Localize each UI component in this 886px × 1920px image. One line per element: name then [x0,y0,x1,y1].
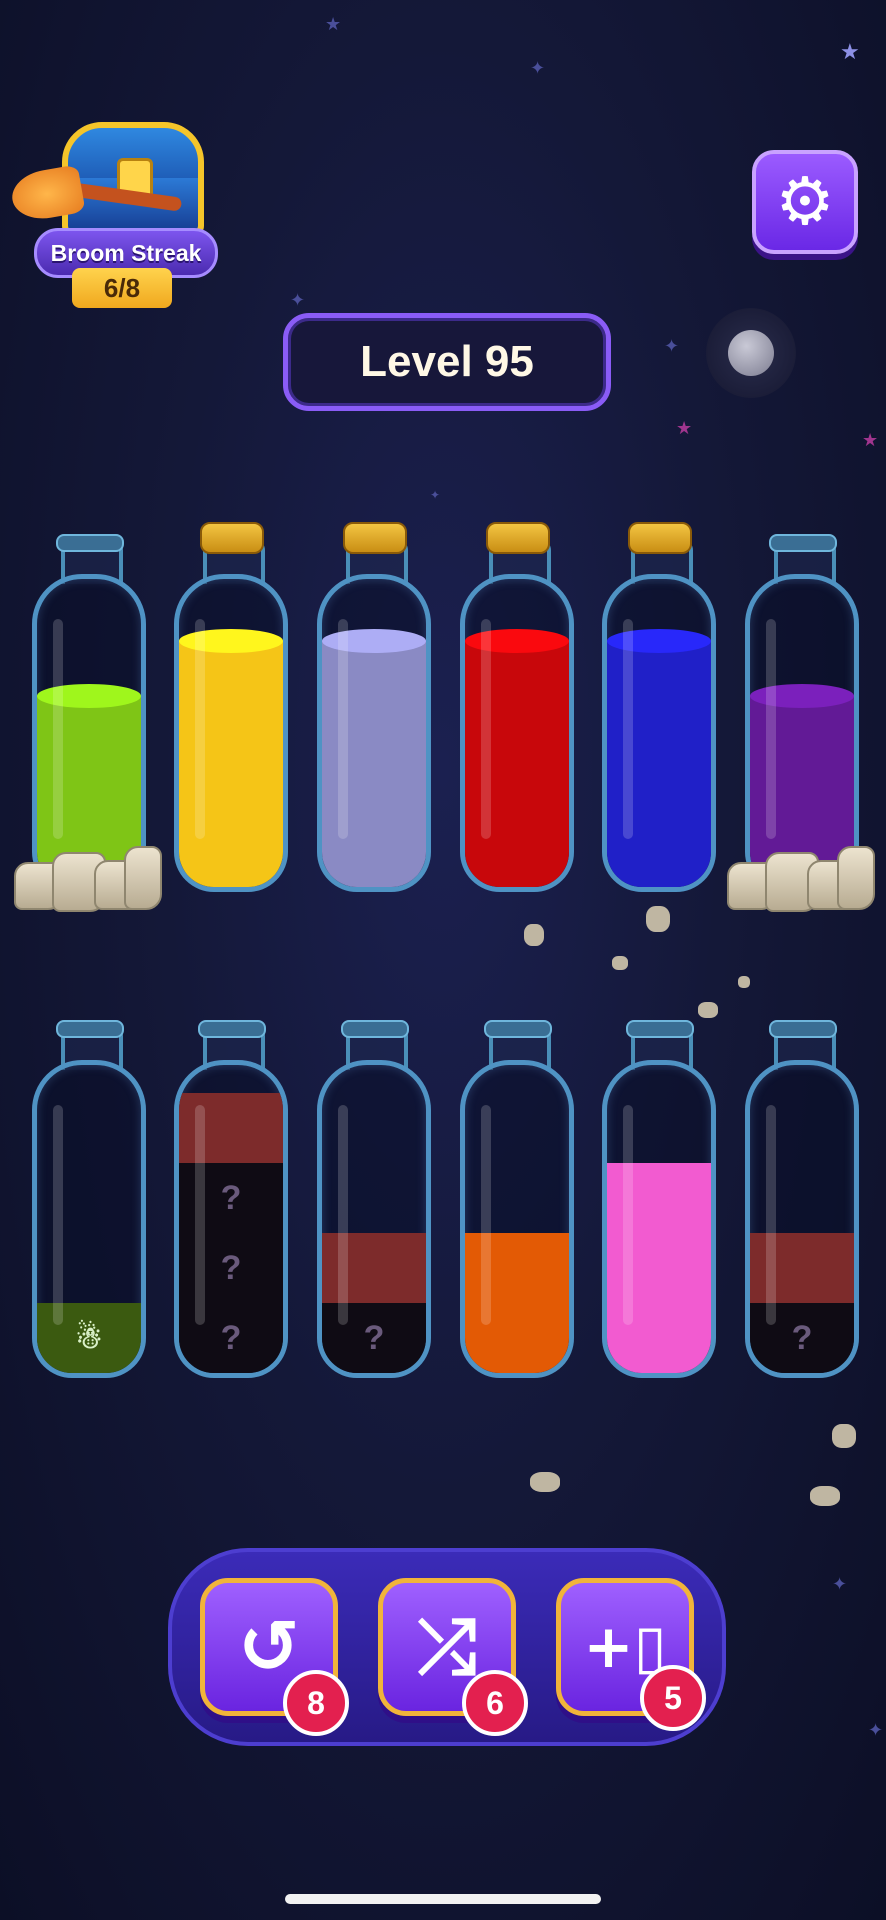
bottle[interactable] [313,520,433,900]
shuffle-icon: ⤮ [417,1604,477,1690]
glass-shine [766,619,776,839]
bottle[interactable] [456,1006,576,1386]
bottle-glass: ? [317,1060,431,1378]
cork-icon [486,522,550,554]
bottle-glass [317,574,431,892]
bottle-rim [56,534,124,552]
star-decoration: ★ [325,14,342,35]
add-bottle-icon: +▯ [583,1612,667,1682]
glass-shine [766,1105,776,1325]
glass-shine [195,1105,205,1325]
level-label: Level 95 [283,313,611,411]
settings-button[interactable]: ⚙ [752,150,858,254]
bottle[interactable] [598,1006,718,1386]
star-decoration: ★ [676,418,693,439]
touch-indicator [706,308,796,398]
bottle[interactable]: ??? [170,1006,290,1386]
add-bottle-count-badge: 5 [640,1665,706,1731]
glass-shine [53,619,63,839]
bottle-glass [460,574,574,892]
rock-debris [832,1424,856,1448]
star-decoration: ★ [862,430,879,451]
shuffle-count-badge: 6 [462,1670,528,1736]
bottle-glass [602,574,716,892]
streak-count: 6/8 [72,268,172,308]
bottle-rim [769,534,837,552]
bottle-rim [198,1020,266,1038]
rock-pile [14,840,162,920]
gear-icon: ⚙ [775,163,835,240]
bottle[interactable]: ☃ [28,1006,148,1386]
rock-debris [530,1472,560,1492]
bottle[interactable]: ? [313,1006,433,1386]
glass-shine [195,619,205,839]
bottle[interactable] [598,520,718,900]
bottle[interactable] [456,520,576,900]
rock-debris [646,906,670,932]
rock-debris [612,956,628,970]
bottle-rim [626,1020,694,1038]
bottle[interactable]: ? [741,1006,861,1386]
star-decoration: ✦ [868,1720,884,1741]
rock-debris [810,1486,840,1506]
bottle-glass: ☃ [32,1060,146,1378]
glass-shine [338,1105,348,1325]
rock-debris [738,976,750,988]
bottle[interactable] [170,520,290,900]
cork-icon [200,522,264,554]
ghost-icon: ☃ [75,1321,103,1355]
glass-shine [481,619,491,839]
star-decoration: ✦ [430,488,441,502]
rock [124,846,162,910]
glass-shine [338,619,348,839]
bottle-glass: ? [745,1060,859,1378]
star-decoration: ✦ [530,58,546,79]
cork-icon [628,522,692,554]
glass-shine [481,1105,491,1325]
bottle-glass [460,1060,574,1378]
undo-count-badge: 8 [283,1670,349,1736]
rock-debris [524,924,544,946]
bottle-glass: ??? [174,1060,288,1378]
bottle-glass [602,1060,716,1378]
star-decoration: ✦ [290,290,306,311]
bottle-rim [769,1020,837,1038]
undo-icon: ↺ [237,1604,300,1690]
cork-icon [343,522,407,554]
star-decoration: ★ [840,40,860,65]
bottle-rim [484,1020,552,1038]
broom-streak-chest[interactable]: Broom Streak 6/8 [8,118,218,308]
glass-shine [53,1105,63,1325]
bottle-rim [56,1020,124,1038]
rock [837,846,875,910]
bottle-rim [341,1020,409,1038]
glass-shine [623,619,633,839]
star-decoration: ✦ [664,336,680,357]
home-indicator[interactable] [285,1894,601,1904]
rock-pile [727,840,875,920]
glass-shine [623,1105,633,1325]
bottle-glass [174,574,288,892]
star-decoration: ✦ [832,1574,848,1595]
